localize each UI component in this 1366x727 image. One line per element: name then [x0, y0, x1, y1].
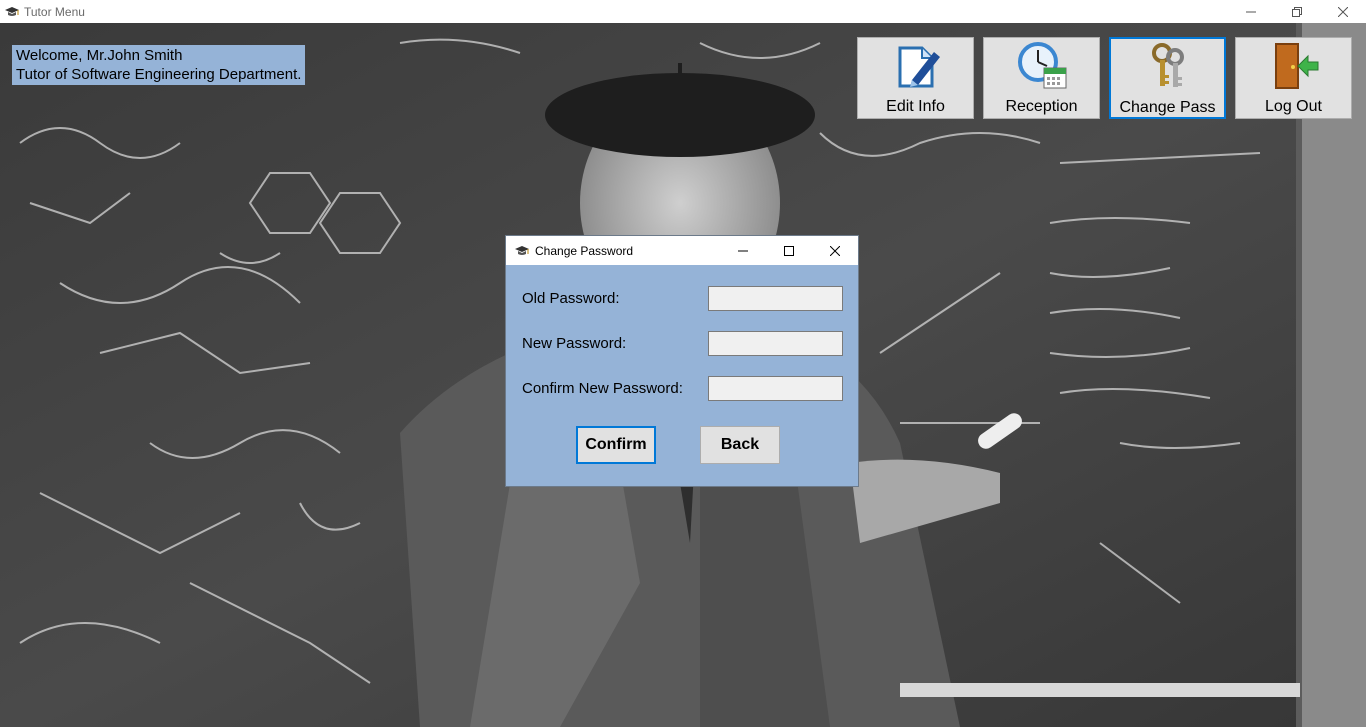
dialog-title-bar: Change Password: [506, 236, 858, 265]
restore-button[interactable]: [1274, 0, 1320, 23]
maximize-icon: [784, 245, 794, 256]
graduation-cap-icon: [514, 243, 530, 259]
new-password-field[interactable]: [708, 331, 843, 356]
edit-info-button[interactable]: Edit Info: [857, 37, 974, 119]
dialog-maximize-button[interactable]: [766, 236, 812, 265]
log-out-button[interactable]: Log Out: [1235, 37, 1352, 119]
welcome-department: Tutor of Software Engineering Department…: [16, 66, 302, 83]
restore-icon: [1292, 6, 1302, 17]
back-button[interactable]: Back: [700, 426, 780, 464]
minimize-icon: [738, 250, 748, 251]
change-password-dialog: Change Password Old Password: New Passwo…: [505, 235, 859, 487]
welcome-box: Welcome, Mr.John Smith Tutor of Software…: [12, 45, 306, 85]
exit-door-icon: [1274, 43, 1318, 89]
old-password-label: Old Password:: [522, 290, 620, 307]
log-out-label: Log Out: [1265, 98, 1322, 115]
clock-calendar-icon: [1017, 42, 1066, 89]
new-password-label: New Password:: [522, 335, 627, 352]
reception-button[interactable]: Reception: [983, 37, 1100, 119]
title-bar: Tutor Menu: [0, 0, 1366, 23]
edit-document-icon: [898, 46, 940, 88]
minimize-icon: [1246, 11, 1256, 12]
confirm-button[interactable]: Confirm: [576, 426, 656, 464]
confirm-password-label: Confirm New Password:: [522, 380, 683, 397]
window-title: Tutor Menu: [24, 4, 85, 19]
close-icon: [830, 245, 840, 256]
edit-info-label: Edit Info: [886, 98, 945, 115]
minimize-button[interactable]: [1228, 0, 1274, 23]
keys-icon: [1151, 43, 1184, 87]
dialog-close-button[interactable]: [812, 236, 858, 265]
close-icon: [1338, 6, 1348, 17]
change-pass-label: Change Pass: [1119, 99, 1216, 116]
confirm-password-field[interactable]: [708, 376, 843, 401]
welcome-name: Welcome, Mr.John Smith: [16, 47, 183, 64]
old-password-field[interactable]: [708, 286, 843, 311]
reception-label: Reception: [1005, 98, 1078, 115]
tutor-menu-window: Tutor Menu Welcome, Mr.John Smith Tutor …: [0, 0, 1366, 727]
dialog-minimize-button[interactable]: [720, 236, 766, 265]
dialog-title: Change Password: [535, 243, 634, 258]
graduation-cap-icon: [4, 4, 20, 20]
close-button[interactable]: [1320, 0, 1366, 23]
change-pass-button[interactable]: Change Pass: [1109, 37, 1226, 119]
